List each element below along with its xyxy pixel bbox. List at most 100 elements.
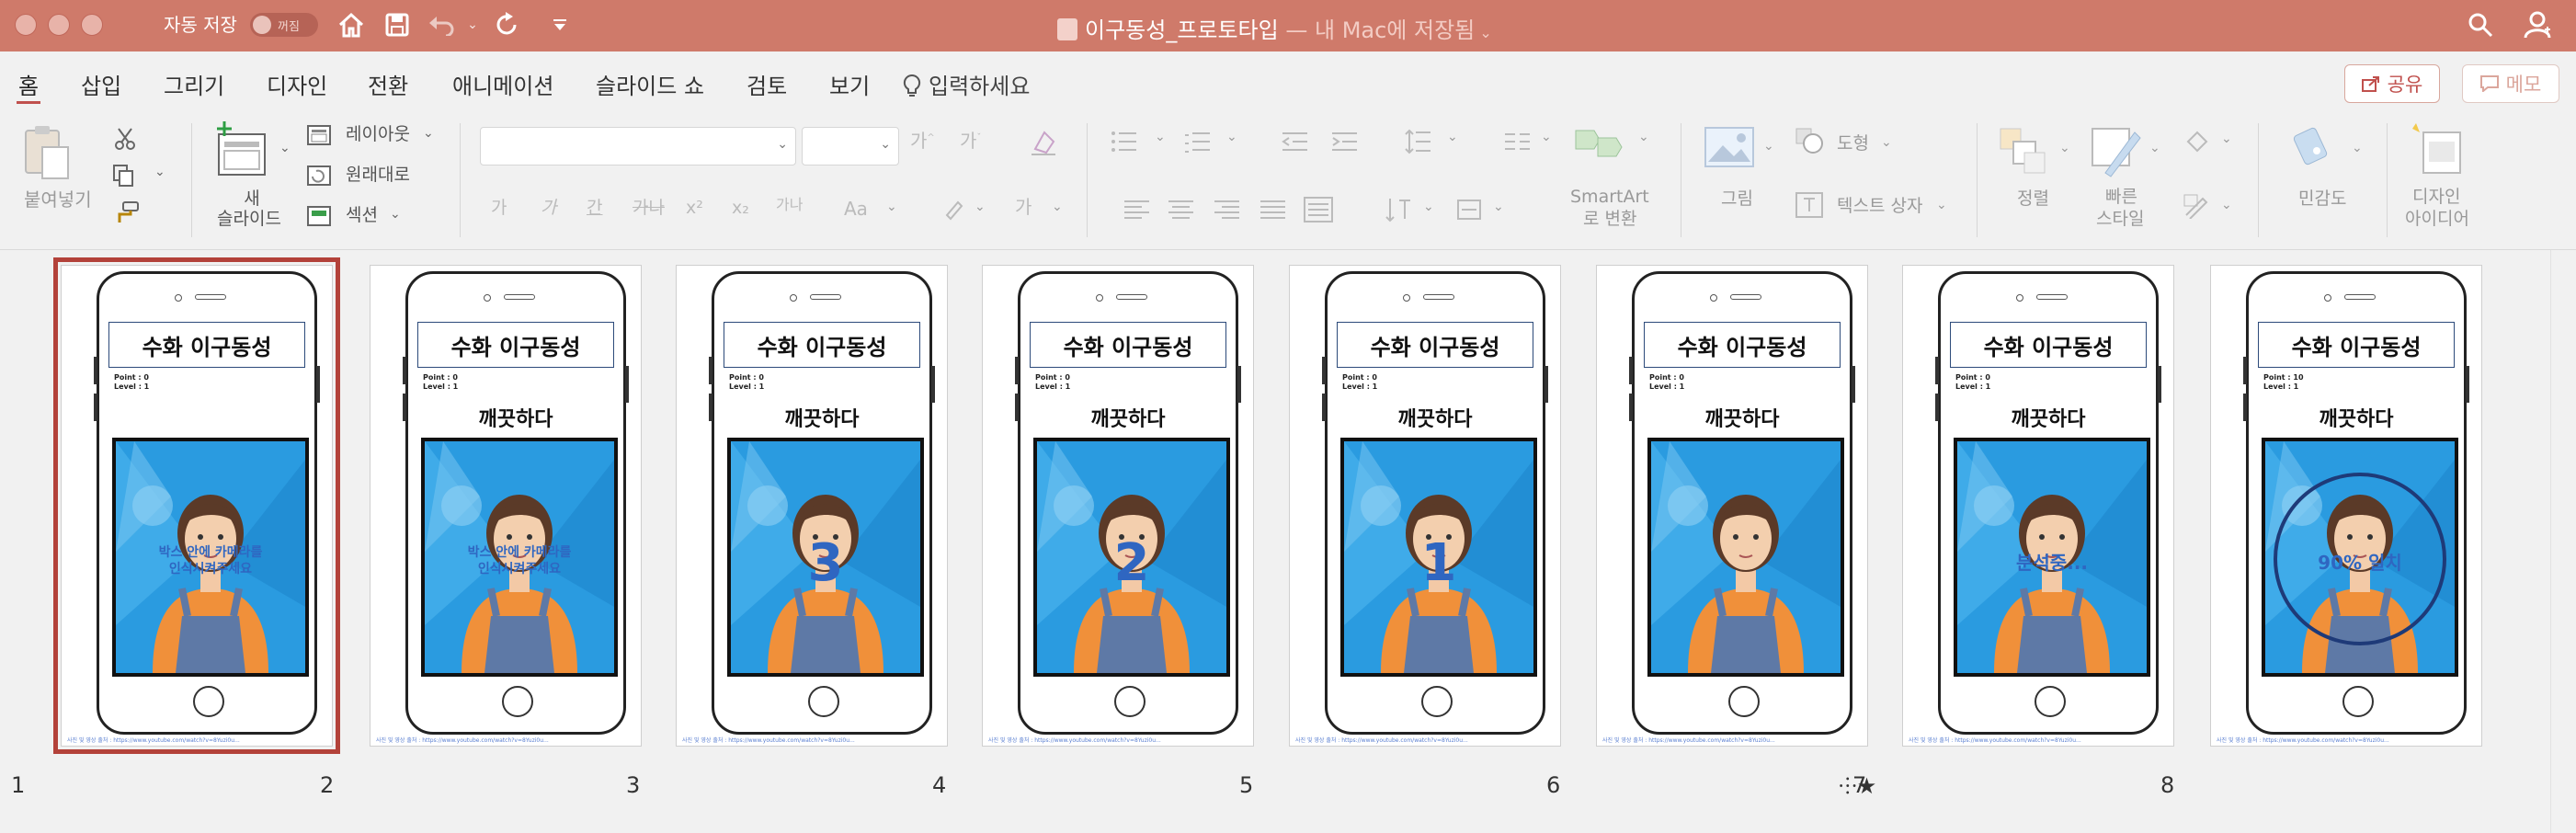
sensitivity-label[interactable]: 민감도 bbox=[2298, 189, 2346, 209]
clear-format-icon[interactable] bbox=[1030, 129, 1057, 156]
section-icon[interactable] bbox=[307, 206, 331, 226]
shape-label[interactable]: 도형 bbox=[1837, 134, 1869, 154]
reset-icon[interactable] bbox=[307, 165, 331, 186]
tab-insert[interactable]: 삽입 bbox=[81, 68, 121, 100]
line-spacing-dropdown-icon[interactable]: ⌄ bbox=[1447, 130, 1458, 144]
paste-label[interactable]: 붙여넣기 bbox=[24, 189, 92, 210]
customize-toolbar-icon[interactable] bbox=[548, 9, 572, 40]
home-icon[interactable] bbox=[335, 9, 368, 40]
numbering-dropdown-icon[interactable]: ⌄ bbox=[1226, 130, 1237, 144]
slide-thumbnail[interactable]: 수화 이구동성 Point : 0 Level : 1 깨끗하다 2 사진 및 영상 출처… bbox=[982, 265, 1254, 747]
picture-icon[interactable] bbox=[1704, 127, 1754, 167]
section-label[interactable]: 섹션 bbox=[346, 206, 378, 225]
shrink-font-button[interactable]: 가ˇ bbox=[960, 131, 981, 151]
highlight-icon[interactable] bbox=[941, 197, 967, 223]
change-case-dropdown-icon[interactable]: ⌄ bbox=[886, 200, 897, 214]
comments-button[interactable]: 메모 bbox=[2462, 64, 2559, 103]
layout-dropdown-icon[interactable]: ⌄ bbox=[423, 126, 434, 141]
tab-home[interactable]: 홈 bbox=[18, 68, 39, 100]
cut-icon[interactable] bbox=[114, 127, 136, 151]
zoom-window-button[interactable] bbox=[81, 14, 103, 36]
new-slide-dropdown-icon[interactable]: ⌄ bbox=[279, 141, 291, 155]
section-dropdown-icon[interactable]: ⌄ bbox=[390, 207, 401, 222]
increase-indent-icon[interactable] bbox=[1331, 131, 1359, 153]
paste-icon[interactable] bbox=[22, 123, 72, 182]
text-direction-dropdown-icon[interactable]: ⌄ bbox=[1423, 200, 1434, 214]
smartart-icon[interactable] bbox=[1574, 125, 1629, 162]
tab-slideshow[interactable]: 슬라이드 쇼 bbox=[596, 68, 704, 100]
redo-icon[interactable] bbox=[491, 9, 524, 40]
slide-thumbnail[interactable]: 수화 이구동성 Point : 0 Level : 1 깨끗하다 박스 안에 카메라를 … bbox=[370, 265, 642, 747]
textbox-dropdown-icon[interactable]: ⌄ bbox=[1936, 198, 1947, 212]
slide-thumbnail[interactable]: 수화 이구동성 Point : 0 Level : 1 깨끗하다 1 사진 및 영상 출처… bbox=[1289, 265, 1561, 747]
undo-icon[interactable] bbox=[425, 9, 458, 40]
tab-draw[interactable]: 그리기 bbox=[164, 68, 224, 100]
shape-fill-dropdown-icon[interactable]: ⌄ bbox=[2221, 131, 2232, 146]
italic-button[interactable]: 가 bbox=[541, 199, 556, 218]
text-direction-icon[interactable] bbox=[1385, 197, 1412, 223]
align-left-icon[interactable] bbox=[1123, 199, 1151, 221]
tab-review[interactable]: 검토 bbox=[747, 68, 787, 100]
font-color-dropdown-icon[interactable]: ⌄ bbox=[1052, 200, 1063, 214]
smartart-dropdown-icon[interactable]: ⌄ bbox=[1638, 130, 1649, 144]
picture-label[interactable]: 그림 bbox=[1721, 189, 1753, 209]
arrange-label[interactable]: 정렬 bbox=[2017, 189, 2049, 209]
new-slide-label-2[interactable]: 슬라이드 bbox=[217, 210, 281, 229]
vertical-scrollbar[interactable] bbox=[2550, 250, 2576, 833]
numbering-icon[interactable] bbox=[1184, 131, 1212, 153]
font-size-dropdown[interactable]: ⌄ bbox=[802, 127, 899, 165]
columns-icon[interactable] bbox=[1504, 131, 1532, 153]
layout-label[interactable]: 레이아웃 bbox=[346, 125, 410, 144]
layout-icon[interactable] bbox=[307, 125, 331, 145]
close-window-button[interactable] bbox=[15, 14, 37, 36]
smartart-label-2[interactable]: 로 변환 bbox=[1583, 210, 1636, 229]
minimize-window-button[interactable] bbox=[48, 14, 70, 36]
arrange-icon[interactable] bbox=[1997, 125, 2048, 177]
quick-styles-dropdown-icon[interactable]: ⌄ bbox=[2149, 141, 2160, 155]
tab-view[interactable]: 보기 bbox=[829, 68, 870, 100]
font-name-dropdown[interactable]: ⌄ bbox=[480, 127, 796, 165]
tab-animations[interactable]: 애니메이션 bbox=[452, 68, 553, 100]
decrease-indent-icon[interactable] bbox=[1282, 131, 1309, 153]
autosave-toggle[interactable]: 꺼짐 bbox=[250, 13, 318, 37]
quick-styles-icon[interactable] bbox=[2087, 123, 2142, 178]
shape-fill-icon[interactable] bbox=[2183, 129, 2210, 154]
align-right-icon[interactable] bbox=[1214, 199, 1241, 221]
design-ideas-label-2[interactable]: 아이디어 bbox=[2405, 210, 2469, 229]
reset-label[interactable]: 원래대로 bbox=[346, 165, 410, 185]
tell-me-box[interactable]: 입력하세요 bbox=[903, 68, 1030, 100]
sensitivity-icon[interactable] bbox=[2293, 123, 2342, 177]
quick-styles-label-1[interactable]: 빠른 bbox=[2105, 188, 2137, 207]
textbox-label[interactable]: 텍스트 상자 bbox=[1837, 197, 1922, 216]
change-case-button[interactable]: Aa bbox=[844, 199, 868, 219]
smartart-label-1[interactable]: SmartArt bbox=[1570, 188, 1649, 207]
tab-design[interactable]: 디자인 bbox=[267, 68, 327, 100]
subscript-button[interactable]: x₂ bbox=[732, 199, 749, 218]
copy-dropdown-icon[interactable]: ⌄ bbox=[154, 165, 165, 179]
highlight-dropdown-icon[interactable]: ⌄ bbox=[975, 200, 986, 214]
slide-thumbnail[interactable]: 수화 이구동성 Point : 0 Level : 1 박스 안에 카메라를 인식시켜… bbox=[53, 257, 340, 754]
shape-icon[interactable] bbox=[1795, 127, 1824, 154]
format-painter-icon[interactable] bbox=[112, 200, 140, 224]
design-ideas-label-1[interactable]: 디자인 bbox=[2412, 188, 2460, 207]
line-spacing-icon[interactable] bbox=[1405, 129, 1432, 154]
design-ideas-icon[interactable] bbox=[2411, 121, 2466, 178]
account-icon[interactable] bbox=[2519, 9, 2556, 40]
picture-dropdown-icon[interactable]: ⌄ bbox=[1763, 139, 1774, 154]
strikethrough-button[interactable]: 가나 bbox=[633, 199, 665, 218]
slide-thumbnail[interactable]: 수화 이구동성 Point : 0 Level : 1 깨끗하다 사진 및 영상 출처 … bbox=[1596, 265, 1868, 747]
new-slide-label-1[interactable]: 새 bbox=[234, 189, 270, 209]
slide-thumbnail[interactable]: 수화 이구동성 Point : 10 Level : 1 깨끗하다 90% 일치 사진 및… bbox=[2210, 265, 2482, 747]
slide-thumbnail[interactable]: 수화 이구동성 Point : 0 Level : 1 깨끗하다 분석중... 사진 및 … bbox=[1902, 265, 2174, 747]
undo-dropdown-icon[interactable]: ⌄ bbox=[465, 9, 480, 40]
quick-styles-label-2[interactable]: 스타일 bbox=[2096, 210, 2144, 229]
align-text-icon[interactable] bbox=[1454, 197, 1484, 223]
align-center-icon[interactable] bbox=[1168, 199, 1195, 221]
shape-outline-icon[interactable] bbox=[2183, 193, 2210, 219]
search-icon[interactable] bbox=[2464, 9, 2497, 40]
font-color-button[interactable]: 가 bbox=[1015, 197, 1032, 217]
new-slide-icon[interactable] bbox=[213, 121, 268, 178]
bold-button[interactable]: 가 bbox=[491, 199, 507, 218]
sensitivity-dropdown-icon[interactable]: ⌄ bbox=[2352, 141, 2363, 155]
title-chevron-icon[interactable]: ⌄ bbox=[1475, 24, 1491, 41]
